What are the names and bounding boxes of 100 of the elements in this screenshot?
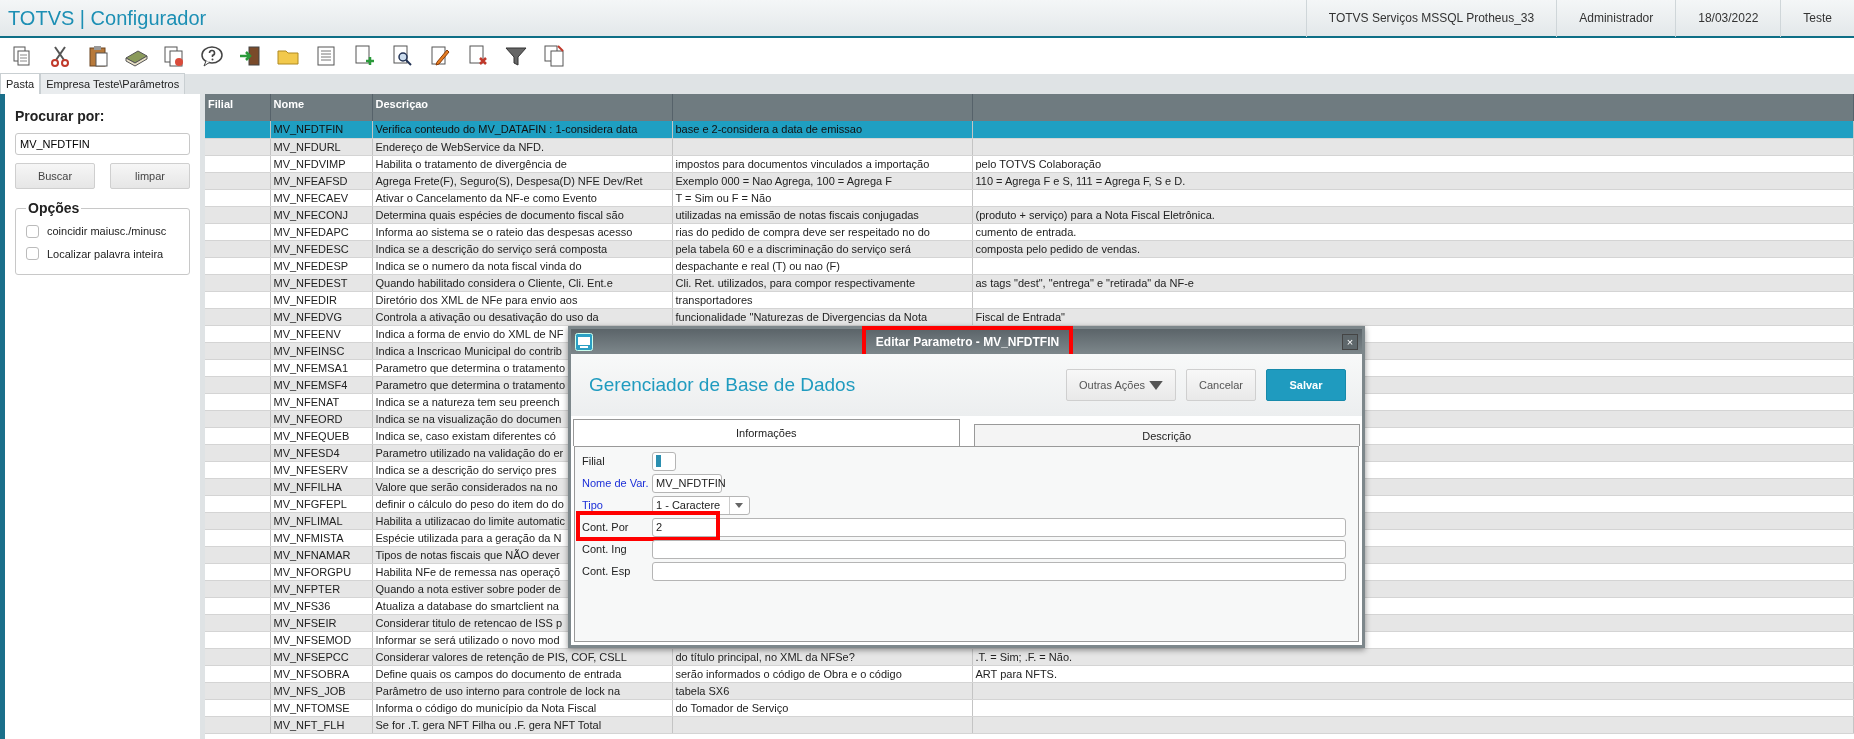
table-cell: serão informados o código de Obra e o código [672,665,972,682]
documents-icon[interactable] [162,44,186,68]
field-label: Nome de Var. [581,475,650,491]
header-info: Teste [1780,0,1854,37]
table-cell: MV_NFORGPU [270,563,372,580]
document-search-icon[interactable] [390,44,414,68]
checkbox-label[interactable]: Localizar palavra inteira [47,245,164,262]
table-cell: base e 2-considera a data de emissao [672,121,972,138]
table-cell: MV_NFMISTA [270,529,372,546]
tab[interactable]: Pasta [0,72,41,94]
table-cell: MV_NFECONJ [270,206,372,223]
filter-icon[interactable] [504,44,528,68]
help-icon[interactable] [200,44,224,68]
table-cell: MV_NFEENV [270,325,372,342]
table-cell: MV_NFESERV [270,461,372,478]
document-edit-icon[interactable] [428,44,452,68]
table-cell: pelo TOTVS Colaboração [972,155,1854,172]
close-button[interactable]: × [1342,333,1358,350]
table-cell: T = Sim ou F = Não [672,189,972,206]
table-cell: MV_NFSEPCC [270,648,372,665]
table-cell: tabela SX6 [672,682,972,699]
table-cell: MV_NFEORD [270,410,372,427]
table-cell: Controla a ativação ou desativação do uso da [372,308,672,325]
table-cell: MV_NFEDESP [270,257,372,274]
table-cell: MV_NFSEMOD [270,631,372,648]
table-cell: impostos para documentos vinculados a importação [672,155,972,172]
cancel-button[interactable]: Cancelar [1185,369,1256,401]
checkbox[interactable] [26,224,39,238]
table-cell: Habilita o tratamento de divergência de [372,155,672,172]
table-row[interactable]: MV_NFDTFIN Verifica conteudo do MV_DATAFIN : 1-considera data base e 2-considera a data de emissao [205,121,1854,138]
table-cell: funcionalidade "Naturezas de Divergencias da Nota [672,308,972,325]
table-cell: MV_NFT_FLH [270,716,372,733]
tab[interactable]: Informações [573,419,960,446]
table-cell: 110 = Agrega F e S, 111 = Agrega F, S e D. [972,172,1854,189]
table-cell: MV_NFECAEV [270,189,372,206]
search-field[interactable]: MV_NFDTFIN [15,133,190,155]
table-cell: ART para NFTS. [972,665,1854,682]
search-label: Procurar por: [15,107,106,126]
column-header[interactable]: Filial [205,94,270,121]
table-cell: Se for .T. gera NFT Filha ou .F. gera NFT Total [372,716,672,733]
table-cell: MV_NFDURL [270,138,372,155]
column-header[interactable]: Descriçao [372,94,672,121]
table-cell: MV_NFSOBRA [270,665,372,682]
clipboard-icon[interactable] [86,44,110,68]
table-cell: MV_NFEDESC [270,240,372,257]
table-cell: Fiscal de Entrada" [972,308,1854,325]
table-cell: MV_NFDVIMP [270,155,372,172]
table-cell: MV_NFESD4 [270,444,372,461]
table-cell: cumento de entrada. [972,223,1854,240]
input-field[interactable] [652,451,676,471]
input-field[interactable] [652,539,1346,559]
tab[interactable]: Empresa Teste\Parâmetros [40,72,186,94]
table-cell: Ativar o Cancelamento da NF-e como Evento [372,189,672,206]
table-cell: MV_NFNAMAR [270,546,372,563]
input-field[interactable] [652,561,1346,581]
field-label: Cont. Esp [581,563,632,579]
table-cell: Agrega Frete(F), Seguro(S), Despesa(D) NFE Dev/Ret [372,172,672,189]
table-cell: MV_NFEMSA1 [270,359,372,376]
field-label: Tipo [581,497,604,513]
list-icon[interactable] [314,44,338,68]
document-add-icon[interactable] [352,44,376,68]
search-button[interactable]: limpar [110,163,190,189]
table-cell: pela tabela 60 e a discriminação do serviço será [672,240,972,257]
table-cell: Diretório dos XML de NFe para envio aos [372,291,672,308]
table-cell: composta pelo pedido de vendas. [972,240,1854,257]
options-title: Opções [27,201,81,215]
table-cell: Quando habilitado considera o Cliente, Cli. Ent.e [372,274,672,291]
table-cell: MV_NFTOMSE [270,699,372,716]
window-icon [575,332,593,351]
tab[interactable]: Descrição [973,424,1360,446]
column-header[interactable]: Nome [270,94,372,121]
table-cell: Parâmetro de uso interno para controle de lock na [372,682,672,699]
table-cell: Cli. Ret. utilizados, para compor respectivamente [672,274,972,291]
checkbox[interactable] [26,247,39,261]
scissors-icon[interactable] [48,44,72,68]
header-info: Administrador [1556,0,1676,37]
table-cell: MV_NFENAT [270,393,372,410]
table-cell: MV_NFEDVG [270,308,372,325]
table-cell: MV_NFEAFSD [270,172,372,189]
table-cell: Determina quais espécies de documento fiscal são [372,206,672,223]
document-copy-icon[interactable] [542,44,566,68]
table-cell: Informa o código do município da Nota Fiscal [372,699,672,716]
search-button[interactable]: Buscar [15,163,95,189]
table-cell: despachante e real (T) ou nao (F) [672,257,972,274]
table-cell: Informa ao sistema se o rateio das despesas acesso [372,223,672,240]
table-cell: MV_NFS_JOB [270,682,372,699]
table-cell: MV_NFSEIR [270,614,372,631]
table-cell: MV_NFEDAPC [270,223,372,240]
table-cell: MV_NFEINSC [270,342,372,359]
table-cell: as tags "dest", "entrega" e "retirada" da NF-e [972,274,1854,291]
table-cell: MV_NFEMSF4 [270,376,372,393]
menu-button[interactable]: Outras Ações [1065,369,1176,401]
table-cell: Define quais os campos do documento de entrada [372,665,672,682]
input-field[interactable]: 2 [652,517,1346,537]
table-cell: MV_NFPTER [270,580,372,597]
table-cell: Indica se o numero da nota fiscal vinda do [372,257,672,274]
app-title: TOTVS | Configurador [7,6,208,31]
exit-door-icon[interactable] [238,44,262,68]
table-cell: MV_NFLIMAL [270,512,372,529]
checkbox-label[interactable]: coincidir maiusc./minusc [47,223,167,240]
